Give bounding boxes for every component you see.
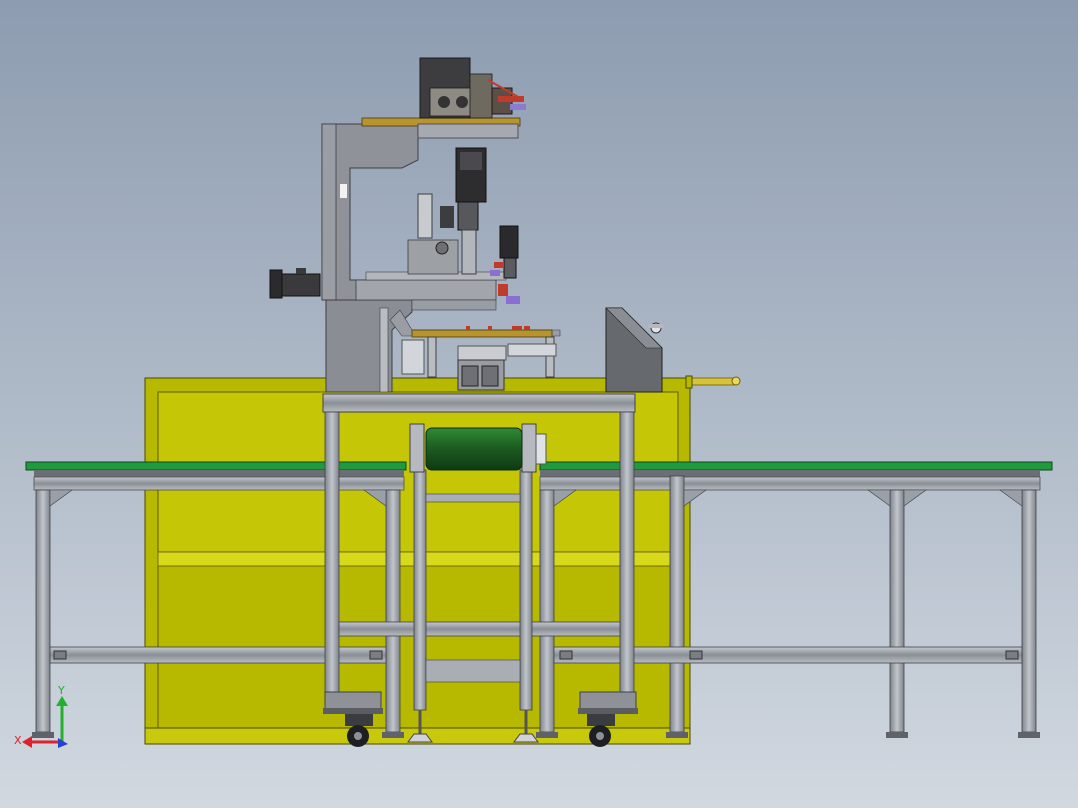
- y-axis-label: Y: [58, 684, 65, 697]
- cad-drawing: [0, 0, 1078, 808]
- coordinate-triad: Y X: [14, 684, 74, 750]
- cad-viewport[interactable]: Y X: [0, 0, 1078, 808]
- x-axis-label: X: [14, 734, 22, 747]
